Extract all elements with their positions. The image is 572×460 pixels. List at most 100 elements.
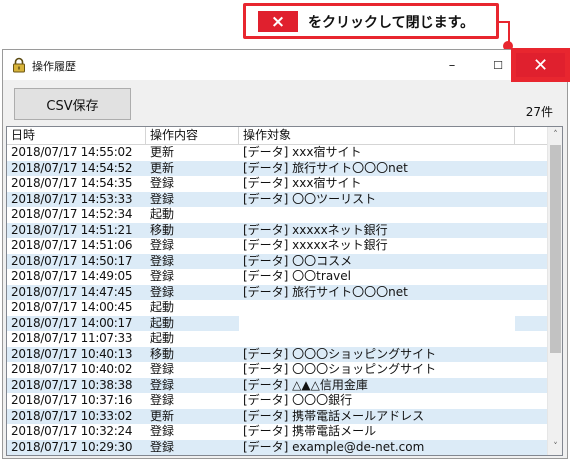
cell-target: [データ] 携帯電話メールアドレス — [243, 408, 425, 423]
window-title: 操作履歴 — [32, 60, 76, 73]
cell-target: [データ] 〇〇〇ショッピングサイト — [243, 362, 437, 376]
cell-operation: 登録 — [150, 269, 175, 283]
table-row[interactable]: 2018/07/17 10:32:24 登録 [データ] 携帯電話メール — [7, 424, 547, 440]
cell-datetime: 2018/07/17 10:40:02 — [11, 362, 133, 376]
cell-datetime: 2018/07/17 14:52:34 — [11, 207, 133, 221]
table-row[interactable]: 2018/07/17 14:52:34 起動 — [7, 207, 547, 223]
cell-operation: 起動 — [150, 300, 175, 314]
close-button[interactable]: ✕ — [511, 48, 570, 82]
table-row[interactable]: 2018/07/17 10:33:02 更新 [データ] 携帯電話メールアドレス — [7, 408, 547, 424]
cell-operation: 登録 — [150, 439, 175, 454]
cell-operation: 移動 — [150, 222, 175, 237]
cell-operation: 登録 — [150, 191, 175, 206]
maximize-icon: ☐ — [493, 58, 503, 72]
empty-target-cell — [239, 315, 515, 331]
cell-operation: 更新 — [150, 160, 175, 175]
table-row[interactable]: 2018/07/17 10:38:38 登録 [データ] △▲△信用金庫 — [7, 377, 547, 393]
cell-datetime: 2018/07/17 10:37:16 — [11, 393, 133, 407]
table-row[interactable]: 2018/07/17 11:07:33 起動 — [7, 331, 547, 347]
minimize-button[interactable]: – — [429, 50, 475, 80]
table-row[interactable]: 2018/07/17 10:40:02 登録 [データ] 〇〇〇ショッピングサイト — [7, 362, 547, 378]
cell-target: [データ] 〇〇travel — [243, 269, 351, 283]
cell-target: [データ] 携帯電話メール — [243, 424, 377, 438]
cell-datetime: 2018/07/17 11:07:33 — [11, 331, 133, 345]
cell-target: [データ] xxx宿サイト — [243, 176, 362, 190]
table-row[interactable]: 2018/07/17 10:37:16 登録 [データ] 〇〇〇銀行 — [7, 393, 547, 409]
cell-operation: 登録 — [150, 176, 175, 190]
history-window: 操作履歴 – ☐ ✕ CSV保存 27件 日時 操作内容 操作対象 2018/0… — [2, 48, 570, 459]
scroll-thumb[interactable] — [550, 145, 561, 353]
cell-datetime: 2018/07/17 10:32:24 — [11, 424, 133, 438]
vertical-scrollbar[interactable]: ˄ ˅ — [547, 127, 562, 455]
title-bar[interactable]: 操作履歴 – ☐ ✕ — [3, 48, 570, 82]
cell-target: [データ] 旅行サイト〇〇〇net — [243, 284, 408, 299]
table-row[interactable]: 2018/07/17 10:29:30 登録 [データ] example@de-ne… — [7, 439, 547, 455]
history-list[interactable]: 日時 操作内容 操作対象 2018/07/17 14:55:02 更新 [データ] … — [6, 126, 563, 456]
list-rows: 2018/07/17 14:55:02 更新 [データ] xxx宿サイト 2018/0… — [7, 145, 547, 455]
callout-box: × をクリックして閉じます。 — [243, 3, 499, 39]
table-row[interactable]: 2018/07/17 14:50:17 登録 [データ] 〇〇コスメ — [7, 253, 547, 269]
lock-icon — [13, 57, 25, 73]
table-row[interactable]: 2018/07/17 14:51:21 移動 [データ] xxxxxネット銀行 — [7, 222, 547, 238]
cell-target: [データ] xxx宿サイト — [243, 145, 362, 159]
cell-operation: 移動 — [150, 346, 175, 361]
table-row[interactable]: 2018/07/17 14:51:06 登録 [データ] xxxxxネット銀行 — [7, 238, 547, 254]
callout-close-icon: × — [258, 11, 298, 32]
cell-datetime: 2018/07/17 14:50:17 — [11, 253, 133, 268]
cell-operation: 登録 — [150, 424, 175, 438]
close-icon: ✕ — [532, 54, 549, 76]
cell-target: [データ] 旅行サイト〇〇〇net — [243, 160, 408, 175]
empty-target-cell — [239, 331, 515, 347]
table-row[interactable]: 2018/07/17 14:47:45 登録 [データ] 旅行サイト〇〇〇net — [7, 284, 547, 300]
cell-target: [データ] xxxxxネット銀行 — [243, 238, 388, 252]
scroll-up-icon[interactable]: ˄ — [548, 127, 562, 143]
cell-datetime: 2018/07/17 10:29:30 — [11, 439, 133, 454]
cell-datetime: 2018/07/17 10:38:38 — [11, 377, 133, 392]
cell-datetime: 2018/07/17 14:00:17 — [11, 315, 133, 330]
cell-operation: 登録 — [150, 377, 175, 392]
cell-datetime: 2018/07/17 14:51:21 — [11, 222, 133, 237]
table-row[interactable]: 2018/07/17 14:49:05 登録 [データ] 〇〇travel — [7, 269, 547, 285]
cell-datetime: 2018/07/17 14:00:45 — [11, 300, 133, 314]
cell-target: [データ] 〇〇コスメ — [243, 253, 353, 268]
cell-target: [データ] △▲△信用金庫 — [243, 377, 368, 392]
table-row[interactable]: 2018/07/17 14:55:02 更新 [データ] xxx宿サイト — [7, 145, 547, 161]
cell-datetime: 2018/07/17 14:55:02 — [11, 145, 133, 159]
cell-target: [データ] 〇〇ツーリスト — [243, 191, 377, 206]
table-row[interactable]: 2018/07/17 14:54:52 更新 [データ] 旅行サイト〇〇〇net — [7, 160, 547, 176]
cell-target: [データ] xxxxxネット銀行 — [243, 222, 388, 237]
cell-operation: 更新 — [150, 408, 175, 423]
cell-datetime: 2018/07/17 10:33:02 — [11, 408, 133, 423]
cell-operation: 登録 — [150, 284, 175, 299]
cell-datetime: 2018/07/17 14:54:35 — [11, 176, 133, 190]
empty-target-cell — [239, 207, 515, 223]
table-row[interactable]: 2018/07/17 10:40:13 移動 [データ] 〇〇〇ショッピングサイト — [7, 346, 547, 362]
scroll-down-icon[interactable]: ˅ — [548, 439, 562, 455]
cell-operation: 起動 — [150, 331, 175, 345]
column-header-datetime[interactable]: 日時 — [7, 127, 146, 144]
csv-save-button[interactable]: CSV保存 — [14, 88, 131, 120]
column-header-target[interactable]: 操作対象 — [239, 127, 515, 144]
cell-target: [データ] 〇〇〇ショッピングサイト — [243, 346, 437, 361]
cell-operation: 登録 — [150, 253, 175, 268]
cell-operation: 登録 — [150, 393, 175, 407]
list-header: 日時 操作内容 操作対象 — [7, 127, 547, 145]
table-row[interactable]: 2018/07/17 14:54:35 登録 [データ] xxx宿サイト — [7, 176, 547, 192]
cell-operation: 更新 — [150, 145, 175, 159]
table-row[interactable]: 2018/07/17 14:53:33 登録 [データ] 〇〇ツーリスト — [7, 191, 547, 207]
table-row[interactable]: 2018/07/17 14:00:45 起動 — [7, 300, 547, 316]
cell-datetime: 2018/07/17 14:51:06 — [11, 238, 133, 252]
cell-operation: 起動 — [150, 207, 175, 221]
callout-text: をクリックして閉じます。 — [308, 15, 475, 31]
cell-datetime: 2018/07/17 14:53:33 — [11, 191, 133, 206]
cell-target: [データ] example@de-net.com — [243, 439, 425, 454]
cell-datetime: 2018/07/17 14:54:52 — [11, 160, 133, 175]
cell-operation: 登録 — [150, 238, 175, 252]
cell-operation: 登録 — [150, 362, 175, 376]
record-count: 27件 — [525, 105, 553, 119]
cell-operation: 起動 — [150, 315, 175, 330]
column-header-operation[interactable]: 操作内容 — [146, 127, 239, 144]
table-row[interactable]: 2018/07/17 14:00:17 起動 — [7, 315, 547, 331]
cell-datetime: 2018/07/17 14:47:45 — [11, 284, 133, 299]
cell-datetime: 2018/07/17 14:49:05 — [11, 269, 133, 283]
